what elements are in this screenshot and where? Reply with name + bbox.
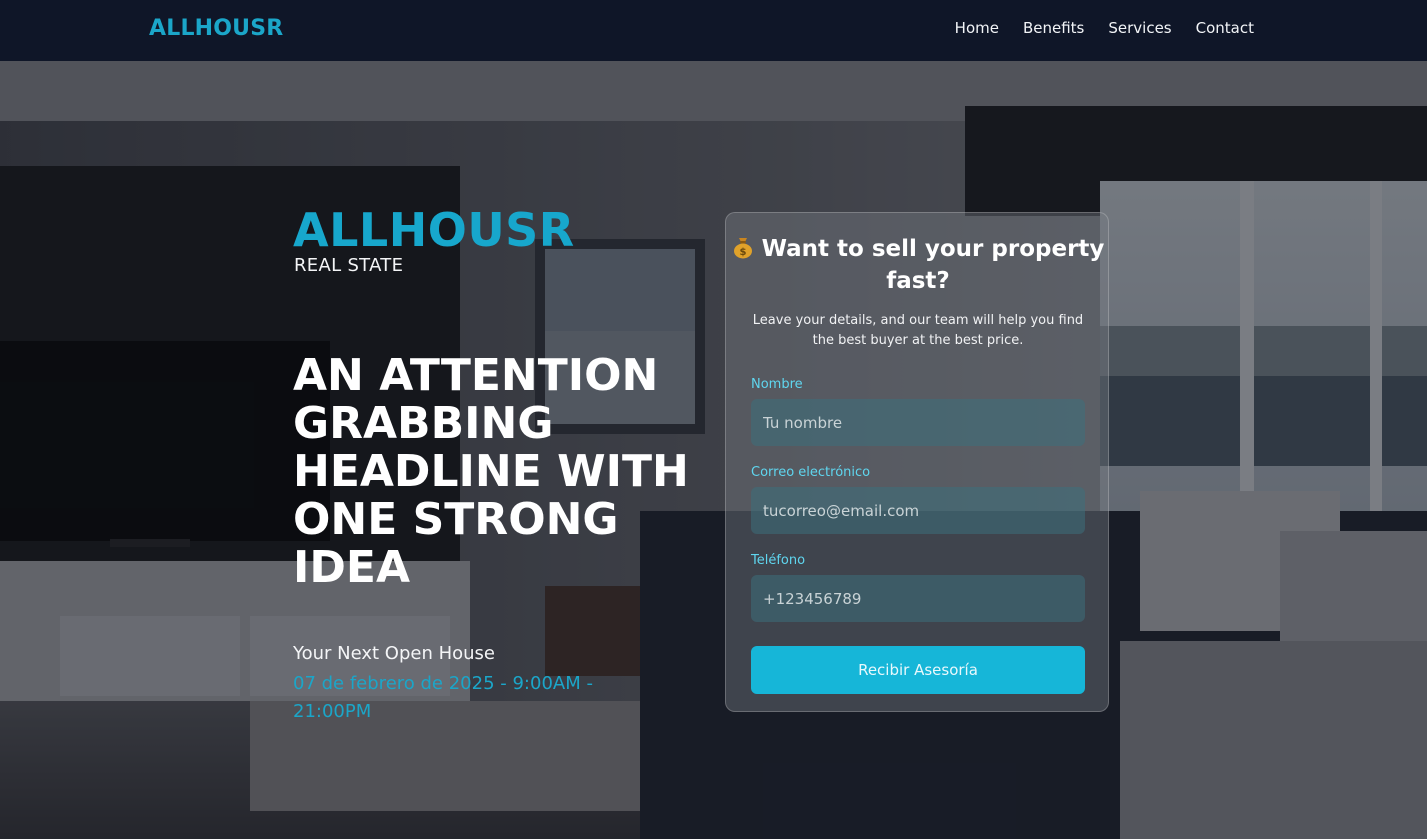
nav-link-home[interactable]: Home bbox=[955, 19, 999, 37]
email-input[interactable] bbox=[751, 487, 1085, 534]
money-bag-icon: $ bbox=[733, 238, 752, 259]
open-house-label: Your Next Open House bbox=[293, 643, 496, 664]
name-label: Nombre bbox=[751, 377, 803, 392]
open-house-date: 07 de febrero de 2025 - 9:00AM - 21:00PM bbox=[293, 673, 593, 722]
nav-link-contact[interactable]: Contact bbox=[1196, 19, 1254, 37]
nav-link-benefits[interactable]: Benefits bbox=[1023, 19, 1084, 37]
submit-button[interactable]: Recibir Asesoría bbox=[751, 646, 1085, 694]
hero-overlay bbox=[0, 61, 1427, 839]
svg-text:$: $ bbox=[739, 247, 746, 258]
email-label: Correo electrónico bbox=[751, 465, 871, 480]
form-description: Leave your details, and our team will he… bbox=[752, 313, 1084, 348]
nav-logo[interactable]: ALLHOUSR bbox=[149, 16, 283, 41]
top-navbar: ALLHOUSR Home Benefits Services Contact bbox=[0, 0, 1427, 61]
lead-form-card: $ Want to sell your property fast? Leave… bbox=[725, 212, 1109, 712]
hero-section bbox=[0, 61, 1427, 839]
hero-brand: ALLHOUSR bbox=[293, 203, 575, 257]
hero-headline: AN ATTENTION GRABBING HEADLINE WITH ONE … bbox=[293, 350, 689, 593]
phone-input[interactable] bbox=[751, 575, 1085, 622]
phone-label: Teléfono bbox=[751, 553, 806, 568]
nav-links: Home Benefits Services Contact bbox=[955, 19, 1254, 37]
name-input[interactable] bbox=[751, 399, 1085, 446]
form-title-text: Want to sell your property fast? bbox=[761, 236, 1105, 294]
hero-brand-subtitle: REAL STATE bbox=[294, 255, 404, 276]
form-title: $ Want to sell your property fast? bbox=[726, 233, 1110, 297]
nav-link-services[interactable]: Services bbox=[1108, 19, 1171, 37]
